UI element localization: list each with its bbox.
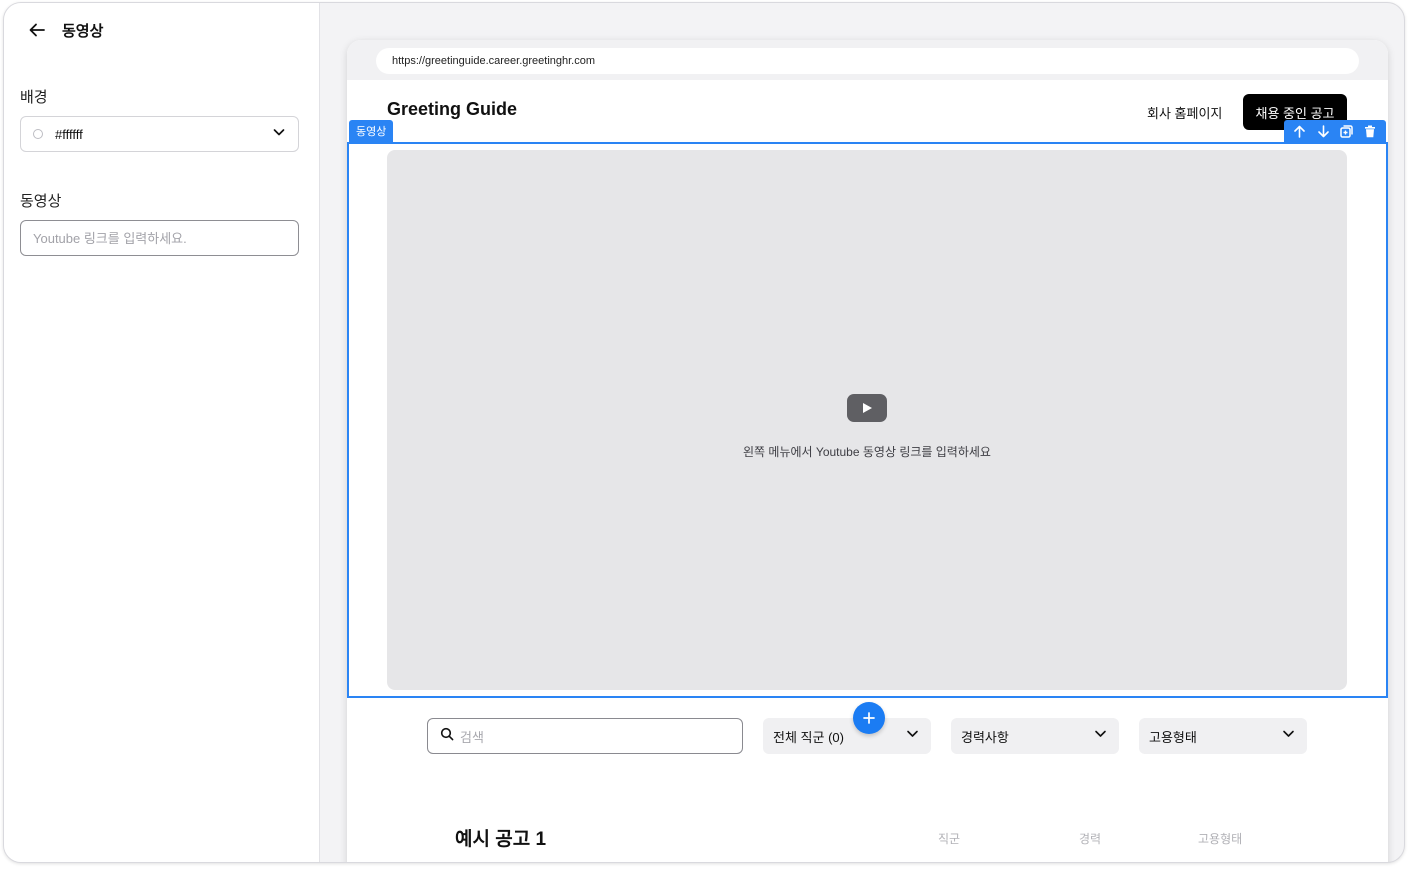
- chevron-down-icon: [1282, 727, 1295, 745]
- background-color-select[interactable]: #ffffff: [20, 116, 299, 152]
- job-column-employment-type: 고용형태: [1198, 832, 1243, 846]
- color-swatch: [33, 129, 43, 139]
- preview-browser: https://greetinguide.career.greetinghr.c…: [347, 40, 1388, 862]
- chevron-down-icon: [906, 727, 919, 745]
- job-column-group: 직군: [938, 832, 961, 846]
- job-column-experience: 경력: [1079, 832, 1102, 846]
- site-logo[interactable]: Greeting Guide: [387, 99, 517, 120]
- sidebar-header: 동영상: [26, 17, 103, 43]
- block-toolbar: [1284, 120, 1386, 142]
- background-color-value: #ffffff: [55, 126, 83, 142]
- job-search-input[interactable]: 검색: [427, 718, 743, 754]
- plus-icon: [863, 712, 875, 724]
- youtube-link-input[interactable]: [20, 220, 299, 256]
- video-block[interactable]: 동영상 왼쪽 메뉴에서 Youtube 동영상 링크를 입력하세요: [347, 120, 1388, 698]
- video-label: 동영상: [20, 193, 62, 210]
- search-placeholder: 검색: [460, 729, 484, 745]
- site-header: Greeting Guide 회사 홈페이지 채용 중인 공고: [347, 80, 1388, 140]
- arrow-down-icon[interactable]: [1313, 121, 1333, 141]
- app-window: 동영상 배경 #ffffff 동영상 https://greetinguide.…: [3, 2, 1405, 863]
- arrow-up-icon[interactable]: [1290, 121, 1310, 141]
- chevron-down-icon: [1094, 727, 1107, 745]
- editor-sidebar: 동영상 배경 #ffffff 동영상: [4, 3, 320, 862]
- sidebar-title: 동영상: [62, 22, 104, 40]
- video-placeholder: 왼쪽 메뉴에서 Youtube 동영상 링크를 입력하세요: [387, 150, 1347, 690]
- search-icon: [440, 727, 454, 746]
- browser-chrome: https://greetinguide.career.greetinghr.c…: [347, 40, 1388, 80]
- add-block-button[interactable]: [853, 702, 885, 734]
- employment-type-select[interactable]: 고용형태: [1139, 718, 1307, 754]
- job-list-item[interactable]: 예시 공고 1 직군 경력 고용형태: [347, 820, 1388, 850]
- back-arrow-icon[interactable]: [26, 19, 48, 41]
- job-group-select[interactable]: 전체 직군 (0): [763, 718, 931, 754]
- trash-icon[interactable]: [1360, 121, 1380, 141]
- experience-label: 경력사항: [961, 729, 1009, 745]
- video-hint-text: 왼쪽 메뉴에서 Youtube 동영상 링크를 입력하세요: [743, 445, 991, 459]
- youtube-play-icon: [847, 394, 887, 422]
- job-title: 예시 공고 1: [455, 829, 547, 850]
- employment-type-label: 고용형태: [1149, 729, 1197, 745]
- chevron-down-icon: [272, 125, 286, 144]
- url-bar[interactable]: https://greetinguide.career.greetinghr.c…: [376, 48, 1359, 74]
- block-type-tag: 동영상: [349, 120, 394, 142]
- experience-select[interactable]: 경력사항: [951, 718, 1119, 754]
- nav-company-homepage[interactable]: 회사 홈페이지: [1147, 103, 1222, 122]
- background-label: 배경: [20, 89, 48, 106]
- job-group-label: 전체 직군 (0): [773, 729, 844, 745]
- duplicate-icon[interactable]: [1337, 121, 1357, 141]
